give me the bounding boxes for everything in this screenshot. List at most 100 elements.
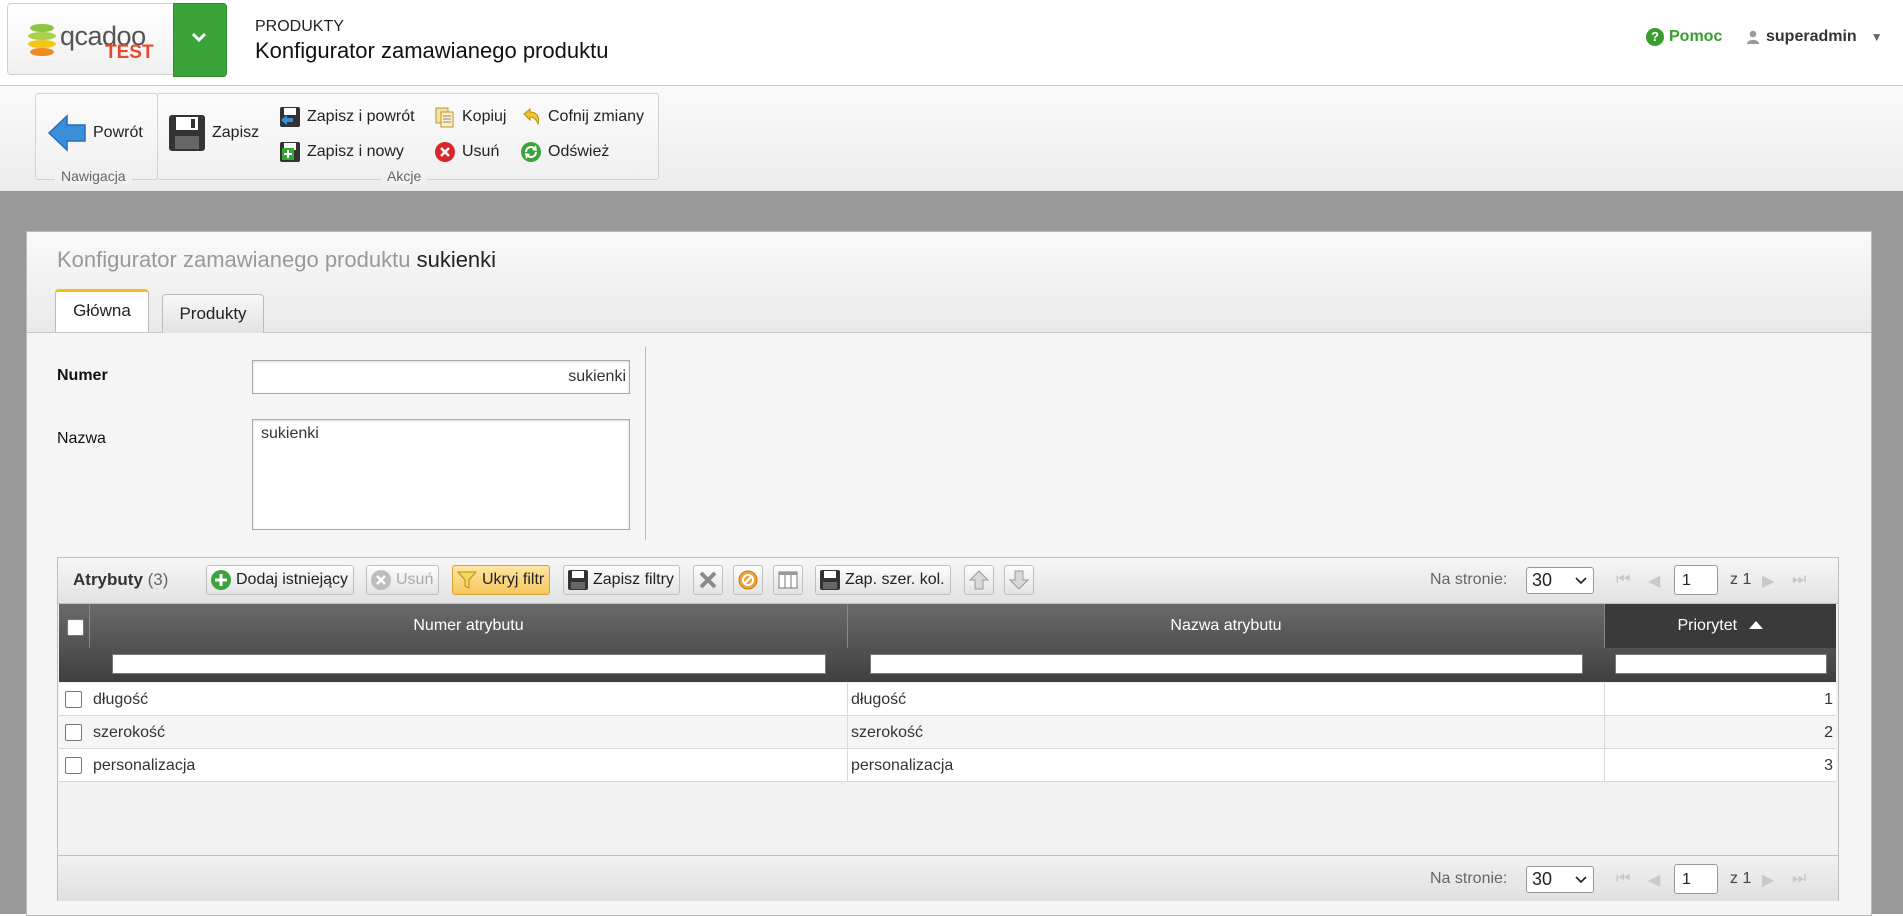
next-page-icon[interactable]: ▶ [1762, 571, 1774, 591]
help-label: Pomoc [1669, 28, 1723, 45]
table-row[interactable]: personalizacja personalizacja 3 [59, 749, 1836, 782]
page-of-label: z 1 [1730, 870, 1752, 887]
number-field[interactable] [252, 360, 630, 394]
cell-name: szerokość [848, 716, 1605, 749]
delete-button[interactable]: Usuń [434, 141, 499, 163]
main-menu-dropdown-button[interactable] [173, 3, 227, 77]
first-page-icon[interactable]: ⏮ [1616, 571, 1630, 589]
per-page-label: Na stronie: [1430, 870, 1508, 887]
arrow-up-icon [968, 570, 990, 590]
row-checkbox[interactable] [65, 757, 82, 774]
cell-number: długość [90, 683, 848, 716]
chevron-down-icon: ▼ [1870, 30, 1883, 44]
select-all-checkbox[interactable] [67, 619, 84, 636]
top-header: qcadoo TEST PRODUKTY Konfigurator zamawi… [0, 0, 1903, 87]
add-existing-button[interactable]: Dodaj istniejący [206, 565, 355, 595]
grid-toolbar: Atrybuty (3) Dodaj istniejący Usuń Ukryj… [58, 558, 1838, 604]
cell-priority: 1 [1824, 691, 1833, 708]
copy-label: Kopiuj [462, 108, 507, 125]
app-logo[interactable]: qcadoo TEST [7, 3, 177, 75]
save-and-back-icon [280, 107, 300, 127]
table-row[interactable]: szerokość szerokość 2 [59, 716, 1836, 749]
arrow-left-icon [47, 114, 86, 152]
floppy-disk-icon [169, 115, 205, 151]
undo-changes-button[interactable]: Cofnij zmiany [520, 106, 644, 128]
filter-input-priority[interactable] [1615, 654, 1827, 674]
copy-button[interactable]: Kopiuj [434, 106, 506, 128]
page-of-label: z 1 [1730, 571, 1752, 588]
page-title: Konfigurator zamawianego produktu [255, 38, 609, 63]
tab-products[interactable]: Produkty [162, 294, 264, 333]
per-page-select[interactable]: 30 [1526, 866, 1594, 893]
number-label: Numer [57, 367, 108, 384]
form-title-entity: sukienki [416, 247, 497, 272]
save-filters-button[interactable]: Zapisz filtry [563, 565, 680, 595]
grid-count: (3) [147, 570, 169, 589]
sort-ascending-icon [1748, 621, 1763, 629]
cancel-filter-button[interactable] [733, 565, 763, 595]
chevron-down-icon [1575, 875, 1587, 883]
filter-icon [456, 571, 478, 589]
column-header-name[interactable]: Nazwa atrybutu [848, 604, 1605, 648]
close-x-icon [699, 571, 717, 589]
select-all-cell [59, 604, 90, 648]
no-entry-icon [738, 570, 758, 590]
row-checkbox[interactable] [65, 724, 82, 741]
save-and-new-icon [280, 142, 300, 162]
arrow-down-icon [1008, 570, 1030, 590]
move-down-button[interactable] [1004, 565, 1034, 595]
per-page-select[interactable]: 30 [1526, 567, 1594, 594]
refresh-label: Odśwież [548, 143, 610, 160]
help-link[interactable]: ? Pomoc [1646, 28, 1722, 46]
page-number-input[interactable]: 1 [1674, 565, 1718, 595]
delete-label: Usuń [462, 143, 500, 160]
per-page-value: 30 [1532, 570, 1553, 590]
table-row[interactable]: długość długość 1 [59, 683, 1836, 716]
delete-icon [435, 142, 455, 162]
move-up-button[interactable] [964, 565, 994, 595]
attributes-grid: Atrybuty (3) Dodaj istniejący Usuń Ukryj… [57, 557, 1839, 901]
save-and-back-button[interactable]: Zapisz i powrót [279, 106, 415, 128]
user-name: superadmin [1766, 28, 1857, 45]
breadcrumb-section: PRODUKTY [255, 18, 344, 35]
name-textarea[interactable]: sukienki [252, 419, 630, 530]
grid-delete-button[interactable]: Usuń [366, 565, 440, 595]
save-and-new-label: Zapisz i nowy [307, 143, 404, 160]
back-button[interactable]: Powrót [47, 114, 143, 152]
save-button[interactable]: Zapisz [168, 114, 259, 152]
prev-page-icon[interactable]: ◀ [1648, 870, 1660, 890]
column-header-priority-label: Priorytet [1677, 617, 1738, 634]
first-page-icon[interactable]: ⏮ [1616, 870, 1630, 888]
clear-filters-button[interactable] [693, 565, 723, 595]
undo-label: Cofnij zmiany [548, 108, 645, 125]
row-checkbox[interactable] [65, 691, 82, 708]
column-header-priority[interactable]: Priorytet [1605, 604, 1836, 648]
copy-icon [435, 107, 454, 128]
user-icon [1747, 30, 1759, 44]
prev-page-icon[interactable]: ◀ [1648, 571, 1660, 591]
hide-filter-button[interactable]: Ukryj filtr [452, 565, 551, 595]
refresh-button[interactable]: Odśwież [520, 141, 609, 163]
chevron-down-icon [191, 32, 207, 43]
columns-button[interactable] [773, 565, 803, 595]
delete-disabled-icon [371, 570, 391, 590]
last-page-icon[interactable]: ⏭ [1792, 870, 1806, 888]
grid-header: Numer atrybutu Nazwa atrybutu Priorytet [59, 604, 1836, 682]
grid-delete-label: Usuń [396, 571, 434, 588]
column-header-number[interactable]: Numer atrybutu [90, 604, 848, 648]
grid-title-text: Atrybuty [73, 570, 143, 589]
save-and-new-button[interactable]: Zapisz i nowy [279, 141, 404, 163]
per-page-label: Na stronie: [1430, 571, 1508, 588]
filter-input-name[interactable] [870, 654, 1583, 674]
last-page-icon[interactable]: ⏭ [1792, 571, 1806, 589]
undo-icon [523, 107, 540, 126]
user-menu[interactable]: superadmin ▼ [1746, 28, 1883, 46]
tab-main[interactable]: Główna [55, 289, 149, 332]
name-label: Nazwa [57, 430, 106, 447]
save-column-widths-button[interactable]: Zap. szer. kol. [815, 565, 951, 595]
filter-input-number[interactable] [112, 654, 826, 674]
form-title-prefix: Konfigurator zamawianego produktu [57, 247, 411, 272]
page-number-input[interactable]: 1 [1674, 864, 1718, 894]
next-page-icon[interactable]: ▶ [1762, 870, 1774, 890]
back-label: Powrót [93, 124, 143, 141]
